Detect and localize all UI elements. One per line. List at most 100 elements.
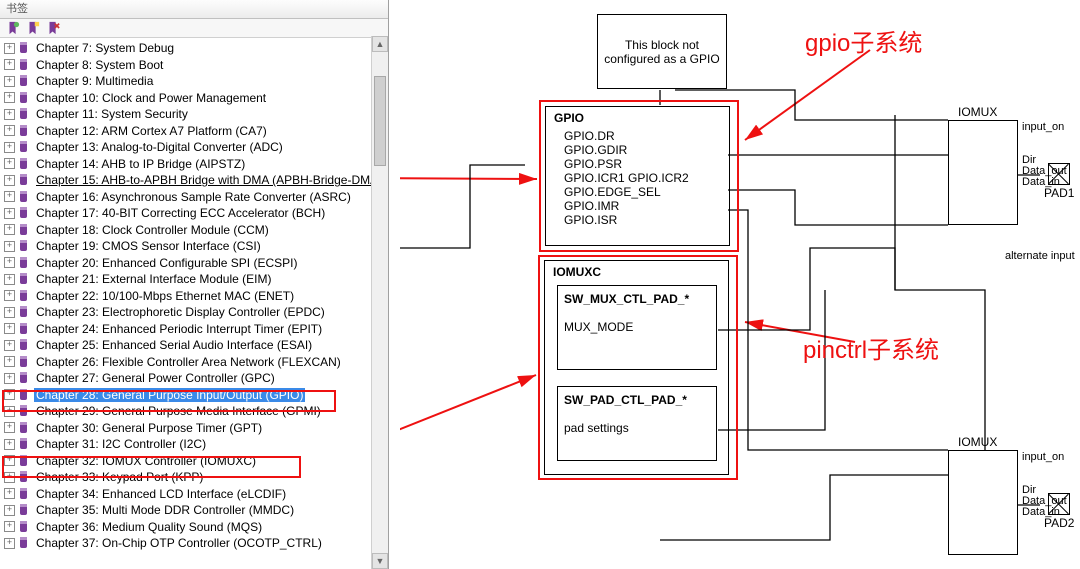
expand-icon[interactable]: +: [4, 76, 15, 87]
vertical-scrollbar[interactable]: ▲ ▼: [371, 36, 388, 569]
expand-icon[interactable]: +: [4, 257, 15, 268]
tree-item[interactable]: +Chapter 7: System Debug: [4, 40, 388, 57]
tree-item[interactable]: +Chapter 18: Clock Controller Module (CC…: [4, 222, 388, 239]
tree-item[interactable]: +Chapter 28: General Purpose Input/Outpu…: [4, 387, 388, 404]
expand-icon[interactable]: +: [4, 373, 15, 384]
bookmark-icon: [18, 191, 30, 203]
tree-item[interactable]: + Chapter 19: CMOS Sensor Interface (CSI): [4, 238, 388, 255]
expand-icon[interactable]: +: [4, 422, 15, 433]
tree-item[interactable]: +Chapter 27: General Power Controller (G…: [4, 370, 388, 387]
bookmark-icon: [18, 273, 30, 285]
expand-icon[interactable]: +: [4, 191, 15, 202]
iomux-block-2: [948, 450, 1018, 555]
pad2-icon: [1048, 493, 1070, 515]
tree-item[interactable]: +Chapter 12: ARM Cortex A7 Platform (CA7…: [4, 123, 388, 140]
scroll-thumb[interactable]: [374, 76, 386, 166]
expand-icon[interactable]: +: [4, 538, 15, 549]
tree-item[interactable]: +Chapter 34: Enhanced LCD Interface (eLC…: [4, 486, 388, 503]
tree-item-label: Chapter 14: AHB to IP Bridge (AIPSTZ): [34, 157, 247, 171]
expand-icon[interactable]: +: [4, 472, 15, 483]
sidebar-tab[interactable]: 书签: [0, 0, 388, 19]
tree-item[interactable]: +Chapter 11: System Security: [4, 106, 388, 123]
bookmark-icon: [18, 422, 30, 434]
tree-item[interactable]: +Chapter 36: Medium Quality Sound (MQS): [4, 519, 388, 536]
bookmark-icon: [18, 438, 30, 450]
expand-icon[interactable]: +: [4, 455, 15, 466]
expand-icon[interactable]: +: [4, 521, 15, 532]
tree-item-label: Chapter 13: Analog-to-Digital Converter …: [34, 140, 285, 154]
sidebar-toolbar: [0, 19, 388, 38]
expand-icon[interactable]: +: [4, 241, 15, 252]
tree-item[interactable]: +Chapter 35: Multi Mode DDR Controller (…: [4, 502, 388, 519]
tree-item[interactable]: +Chapter 24: Enhanced Periodic Interrupt…: [4, 321, 388, 338]
expand-icon[interactable]: +: [4, 356, 15, 367]
tree-item[interactable]: +Chapter 26: Flexible Controller Area Ne…: [4, 354, 388, 371]
bookmark-icon: [18, 290, 30, 302]
tree-item[interactable]: +Chapter 9: Multimedia: [4, 73, 388, 90]
tree-item[interactable]: +Chapter 31: I2C Controller (I2C): [4, 436, 388, 453]
tree-item[interactable]: +Chapter 21: External Interface Module (…: [4, 271, 388, 288]
bookmark-icon: [18, 174, 30, 186]
tree-item-label: Chapter 22: 10/100-Mbps Ethernet MAC (EN…: [34, 289, 296, 303]
scroll-up-icon[interactable]: ▲: [372, 36, 388, 52]
bookmark-icon: [18, 207, 30, 219]
tree-item-label: Chapter 23: Electrophoretic Display Cont…: [34, 305, 327, 319]
tree-item[interactable]: + Chapter 14: AHB to IP Bridge (AIPSTZ): [4, 156, 388, 173]
bookmark-new-icon[interactable]: [26, 21, 40, 35]
bookmark-delete-icon[interactable]: [46, 21, 60, 35]
expand-icon[interactable]: +: [4, 274, 15, 285]
expand-icon[interactable]: +: [4, 488, 15, 499]
expand-icon[interactable]: +: [4, 158, 15, 169]
tree-item[interactable]: + Chapter 15: AHB-to-APBH Bridge with DMA…: [4, 172, 388, 189]
tree-item[interactable]: +Chapter 32: IOMUX Controller (IOMUXC): [4, 453, 388, 470]
bookmark-tool-icon[interactable]: [6, 21, 20, 35]
bookmark-icon: [18, 224, 30, 236]
expand-icon[interactable]: +: [4, 59, 15, 70]
bookmark-icon: [18, 339, 30, 351]
expand-icon[interactable]: +: [4, 505, 15, 516]
tree-item[interactable]: + Chapter 13: Analog-to-Digital Converter…: [4, 139, 388, 156]
tree-item[interactable]: + Chapter 22: 10/100-Mbps Ethernet MAC (E…: [4, 288, 388, 305]
tree-item[interactable]: +Chapter 37: On-Chip OTP Controller (OCO…: [4, 535, 388, 552]
expand-icon[interactable]: +: [4, 307, 15, 318]
tree-item-label: Chapter 20: Enhanced Configurable SPI (E…: [34, 256, 299, 270]
expand-icon[interactable]: +: [4, 323, 15, 334]
tree-item[interactable]: +Chapter 8: System Boot: [4, 57, 388, 74]
scroll-down-icon[interactable]: ▼: [372, 553, 388, 569]
expand-icon[interactable]: +: [4, 389, 15, 400]
bookmark-icon: [18, 158, 30, 170]
tree-item[interactable]: + Chapter 29: General Purpose Media Inter…: [4, 403, 388, 420]
expand-icon[interactable]: +: [4, 43, 15, 54]
tree-item-label: Chapter 19: CMOS Sensor Interface (CSI): [34, 239, 263, 253]
expand-icon[interactable]: +: [4, 175, 15, 186]
bookmark-icon: [18, 125, 30, 137]
iomux-label-1: IOMUX: [958, 105, 997, 119]
expand-icon[interactable]: +: [4, 340, 15, 351]
expand-icon[interactable]: +: [4, 92, 15, 103]
tree-item[interactable]: + Chapter 23: Electrophoretic Display Con…: [4, 304, 388, 321]
tree-item[interactable]: +Chapter 16: Asynchronous Sample Rate Co…: [4, 189, 388, 206]
iomuxc-highlight: [538, 255, 738, 480]
bookmark-sidebar: 书签 +Chapter 7: System Debug+Chapter 8: S…: [0, 0, 389, 569]
tree-item[interactable]: +Chapter 33: Keypad Port (KPP): [4, 469, 388, 486]
expand-icon[interactable]: +: [4, 224, 15, 235]
expand-icon[interactable]: +: [4, 406, 15, 417]
tree-item-label: Chapter 15: AHB-to-APBH Bridge with DMA …: [34, 173, 384, 187]
expand-icon[interactable]: +: [4, 208, 15, 219]
expand-icon[interactable]: +: [4, 109, 15, 120]
bookmark-icon: [18, 471, 30, 483]
expand-icon[interactable]: +: [4, 125, 15, 136]
expand-icon[interactable]: +: [4, 290, 15, 301]
tree-item[interactable]: +Chapter 17: 40-BIT Correcting ECC Accel…: [4, 205, 388, 222]
expand-icon[interactable]: +: [4, 142, 15, 153]
tree-item[interactable]: +Chapter 25: Enhanced Serial Audio Inter…: [4, 337, 388, 354]
tree-item[interactable]: +Chapter 30: General Purpose Timer (GPT): [4, 420, 388, 437]
bookmark-tree[interactable]: +Chapter 7: System Debug+Chapter 8: Syst…: [0, 38, 388, 552]
tree-item[interactable]: +Chapter 10: Clock and Power Management: [4, 90, 388, 107]
bookmark-icon: [18, 306, 30, 318]
tree-item[interactable]: + Chapter 20: Enhanced Configurable SPI (…: [4, 255, 388, 272]
expand-icon[interactable]: +: [4, 439, 15, 450]
signal-input-on-1: input_on: [1022, 121, 1064, 133]
tree-item-label: Chapter 29: General Purpose Media Interf…: [34, 404, 323, 418]
bookmark-icon: [18, 257, 30, 269]
